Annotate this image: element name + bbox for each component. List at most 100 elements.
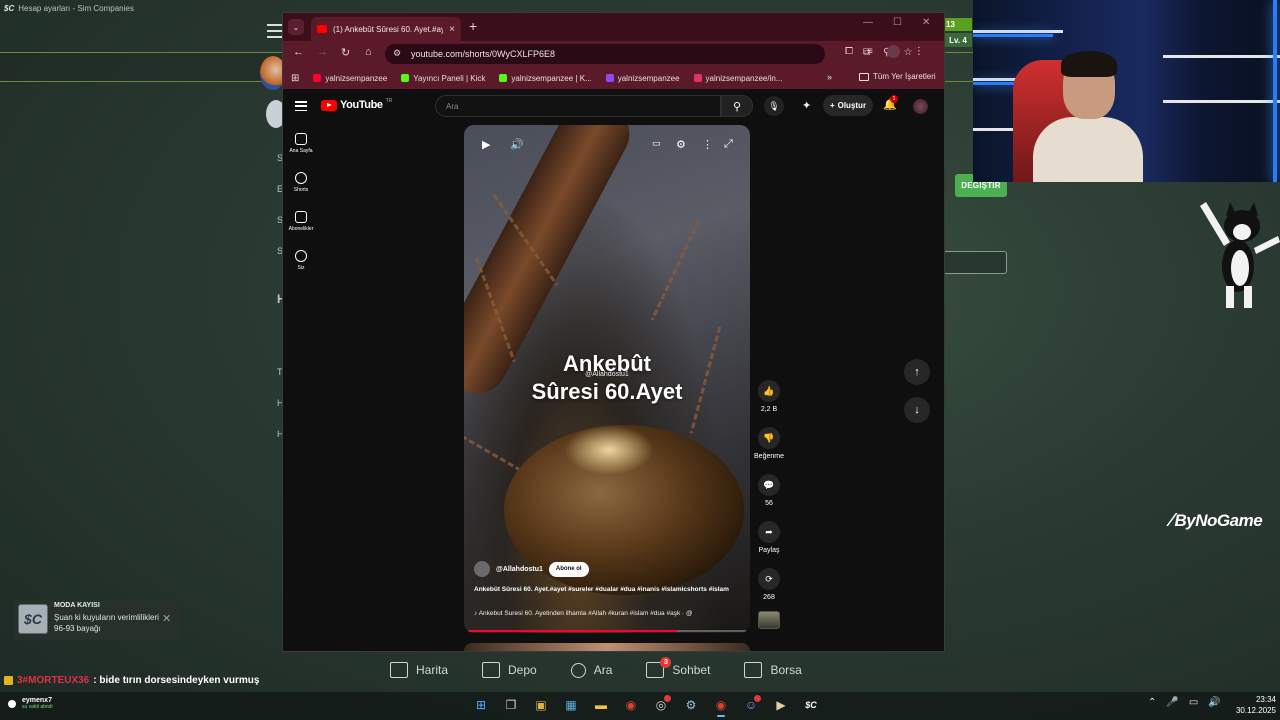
apps-grid-icon[interactable]: ⊞ — [291, 73, 299, 84]
share-action[interactable]: ➦ Paylaş — [750, 521, 788, 554]
remix-icon[interactable]: ⟳ — [758, 568, 780, 590]
sidebar-item-subscriptions[interactable]: Abonelikler — [283, 211, 319, 232]
new-tab-icon[interactable]: + — [469, 18, 477, 34]
dislike-action[interactable]: 👎 Beğenme — [750, 427, 788, 460]
volume-icon[interactable]: 🔊 — [1208, 697, 1220, 708]
bookmark-item[interactable]: yalnizsempanzee — [605, 74, 680, 83]
profile-avatar[interactable] — [886, 45, 900, 58]
active-tab[interactable]: (1) Ankebût Sûresi 60. Ayet.#ay × — [311, 17, 461, 41]
taskbar-user-widget[interactable]: eymenx7 su vakti abndi — [8, 697, 53, 710]
comments-action[interactable]: 💬 56 — [750, 474, 788, 507]
close-tab-icon[interactable]: × — [449, 24, 455, 35]
extensions-icon[interactable]: ⧠ — [845, 46, 853, 57]
shorts-video-player[interactable]: ▶ 🔊 ▭ ⚙ ⋮ ⤢ Ankebût Sûresi 60.Ayet @Alla… — [464, 125, 750, 633]
bookmark-item[interactable]: yalnizsempanzee | K... — [499, 74, 592, 83]
comment-icon[interactable]: 💬 — [758, 474, 780, 496]
taskbar-app-icon[interactable]: ▦ — [560, 694, 582, 716]
tab-search-button[interactable]: ⌄ — [288, 19, 304, 35]
more-options-icon[interactable]: ⋮ — [702, 138, 713, 151]
chat-text: : bide tırın dorsesindeyken vurmuş — [93, 675, 260, 686]
simcompanies-taskbar-icon[interactable]: $C — [800, 694, 822, 716]
music-attribution[interactable]: ♪ Ankebut Suresi 60. Ayetinden ilhamla #… — [474, 610, 693, 617]
like-action[interactable]: 👍 2,2 B — [750, 380, 788, 413]
channel-name[interactable]: @Allahdostu1 — [496, 566, 543, 573]
captions-icon[interactable]: ▭ — [652, 138, 661, 149]
chrome-icon[interactable]: ◉ — [620, 694, 642, 716]
close-notification-icon[interactable]: ✕ — [162, 612, 171, 625]
bookmark-item[interactable]: yalnizsempanzee/in... — [693, 74, 782, 83]
address-bar[interactable]: ⚙ youtube.com/shorts/0WyCXLFP6E8 ⧉ ⚲ ☆ — [385, 44, 912, 64]
back-icon[interactable]: ← — [293, 46, 304, 58]
nav-chat[interactable]: 3 Sohbet — [646, 657, 710, 678]
youtube-search-button[interactable]: ⚲ — [721, 95, 753, 117]
video-caption[interactable]: Ankebût Sûresi 60. Ayet.#ayet #sureler #… — [474, 585, 742, 595]
chat-badge-icon — [4, 676, 13, 685]
taskbar-app-icon[interactable]: ◎ — [650, 694, 672, 716]
youtube-account-avatar[interactable] — [913, 99, 928, 114]
youtube-logo[interactable]: YouTube TR — [321, 98, 392, 111]
task-view-icon[interactable]: ❐ — [500, 694, 522, 716]
taskbar-clock[interactable]: 23:34 30.12.2025 — [1228, 694, 1276, 716]
nav-map[interactable]: Harita — [390, 662, 448, 678]
volume-icon[interactable]: 🔊 — [510, 138, 524, 151]
taskbar-app-icon[interactable]: ▶ — [770, 694, 792, 716]
bookmark-item[interactable]: yalnizsempanzee — [313, 74, 387, 83]
tray-expand-icon[interactable]: ⌃ — [1148, 697, 1156, 708]
remix-action[interactable]: ⟳ 268 — [750, 568, 788, 601]
channel-avatar[interactable] — [474, 561, 490, 577]
sidebar-item-home[interactable]: Ana Sayfa — [283, 133, 319, 154]
settings-gear-icon[interactable]: ⚙ — [676, 138, 686, 151]
background-text-field[interactable] — [944, 251, 1007, 274]
search-icon: ⚲ — [732, 100, 742, 113]
microphone-icon[interactable]: 🎤 — [1166, 697, 1178, 708]
dislike-icon[interactable]: 👎 — [758, 427, 780, 449]
sidebar-item-shorts[interactable]: Shorts — [283, 172, 319, 193]
tab-title: (1) Ankebût Sûresi 60. Ayet.#ay — [333, 24, 444, 34]
more-bookmarks-icon[interactable]: » — [827, 72, 832, 82]
video-progress-bar[interactable] — [468, 630, 746, 632]
discord-icon[interactable]: ☺ — [740, 694, 762, 716]
nav-search[interactable]: Ara — [570, 662, 612, 678]
nav-warehouse[interactable]: Depo — [482, 662, 537, 678]
share-icon[interactable]: ➦ — [758, 521, 780, 543]
youtube-menu-icon[interactable] — [295, 101, 307, 111]
taskbar-app-icon[interactable]: ▣ — [530, 694, 552, 716]
notifications-bell-icon[interactable]: 🔔 1 — [883, 95, 898, 111]
bookmark-item[interactable]: Yayıncı Paneli | Kick — [401, 74, 485, 83]
previous-short-arrow-icon[interactable]: ↑ — [904, 359, 930, 385]
youtube-search-input[interactable]: Ara — [435, 95, 721, 117]
notification-count-badge: 1 — [890, 95, 898, 103]
all-bookmarks-button[interactable]: Tüm Yer İşaretleri — [859, 72, 936, 81]
site-info-icon[interactable]: ⚙ — [393, 48, 401, 59]
voice-search-icon[interactable]: 🎙 — [764, 96, 784, 116]
background-header-strip — [0, 52, 283, 82]
display-icon[interactable]: ▭ — [1189, 697, 1198, 708]
maximize-icon[interactable]: ☐ — [893, 17, 902, 28]
forward-icon[interactable]: → — [317, 46, 328, 58]
next-short-preview[interactable] — [464, 643, 750, 651]
chrome-icon[interactable]: ◉ — [710, 694, 732, 717]
create-button[interactable]: + Oluştur — [823, 95, 873, 116]
like-icon[interactable]: 👍 — [758, 380, 780, 402]
nav-exchange[interactable]: Borsa — [744, 662, 802, 678]
game-notification[interactable]: $C MODA KAYISI Şuan ki kuyuların verimli… — [14, 600, 180, 640]
close-window-icon[interactable]: ✕ — [922, 17, 930, 28]
reload-icon[interactable]: ↻ — [341, 46, 350, 59]
background-menu-icon[interactable] — [267, 24, 283, 38]
sidebar-item-you[interactable]: Siz — [283, 250, 319, 271]
play-icon[interactable]: ▶ — [482, 138, 490, 151]
progress-fill — [468, 630, 677, 632]
file-explorer-icon[interactable]: ▬ — [590, 694, 612, 716]
next-short-arrow-icon[interactable]: ↓ — [904, 397, 930, 423]
ai-assistant-icon[interactable]: ✦ — [802, 99, 811, 112]
fullscreen-icon[interactable]: ⤢ — [724, 138, 733, 151]
minimize-icon[interactable]: — — [863, 17, 873, 28]
media-control-icon[interactable]: ≡ — [867, 46, 873, 57]
start-icon[interactable]: ⊞ — [470, 694, 492, 716]
steam-icon[interactable]: ⚙ — [680, 694, 702, 716]
browser-menu-icon[interactable]: ⋮ — [914, 46, 924, 57]
home-icon[interactable]: ⌂ — [365, 46, 372, 58]
subscribe-button[interactable]: Abone ol — [548, 561, 589, 577]
background-title-text: Hesap ayarları - Sim Companies — [18, 3, 134, 13]
sound-thumbnail[interactable] — [758, 611, 780, 629]
